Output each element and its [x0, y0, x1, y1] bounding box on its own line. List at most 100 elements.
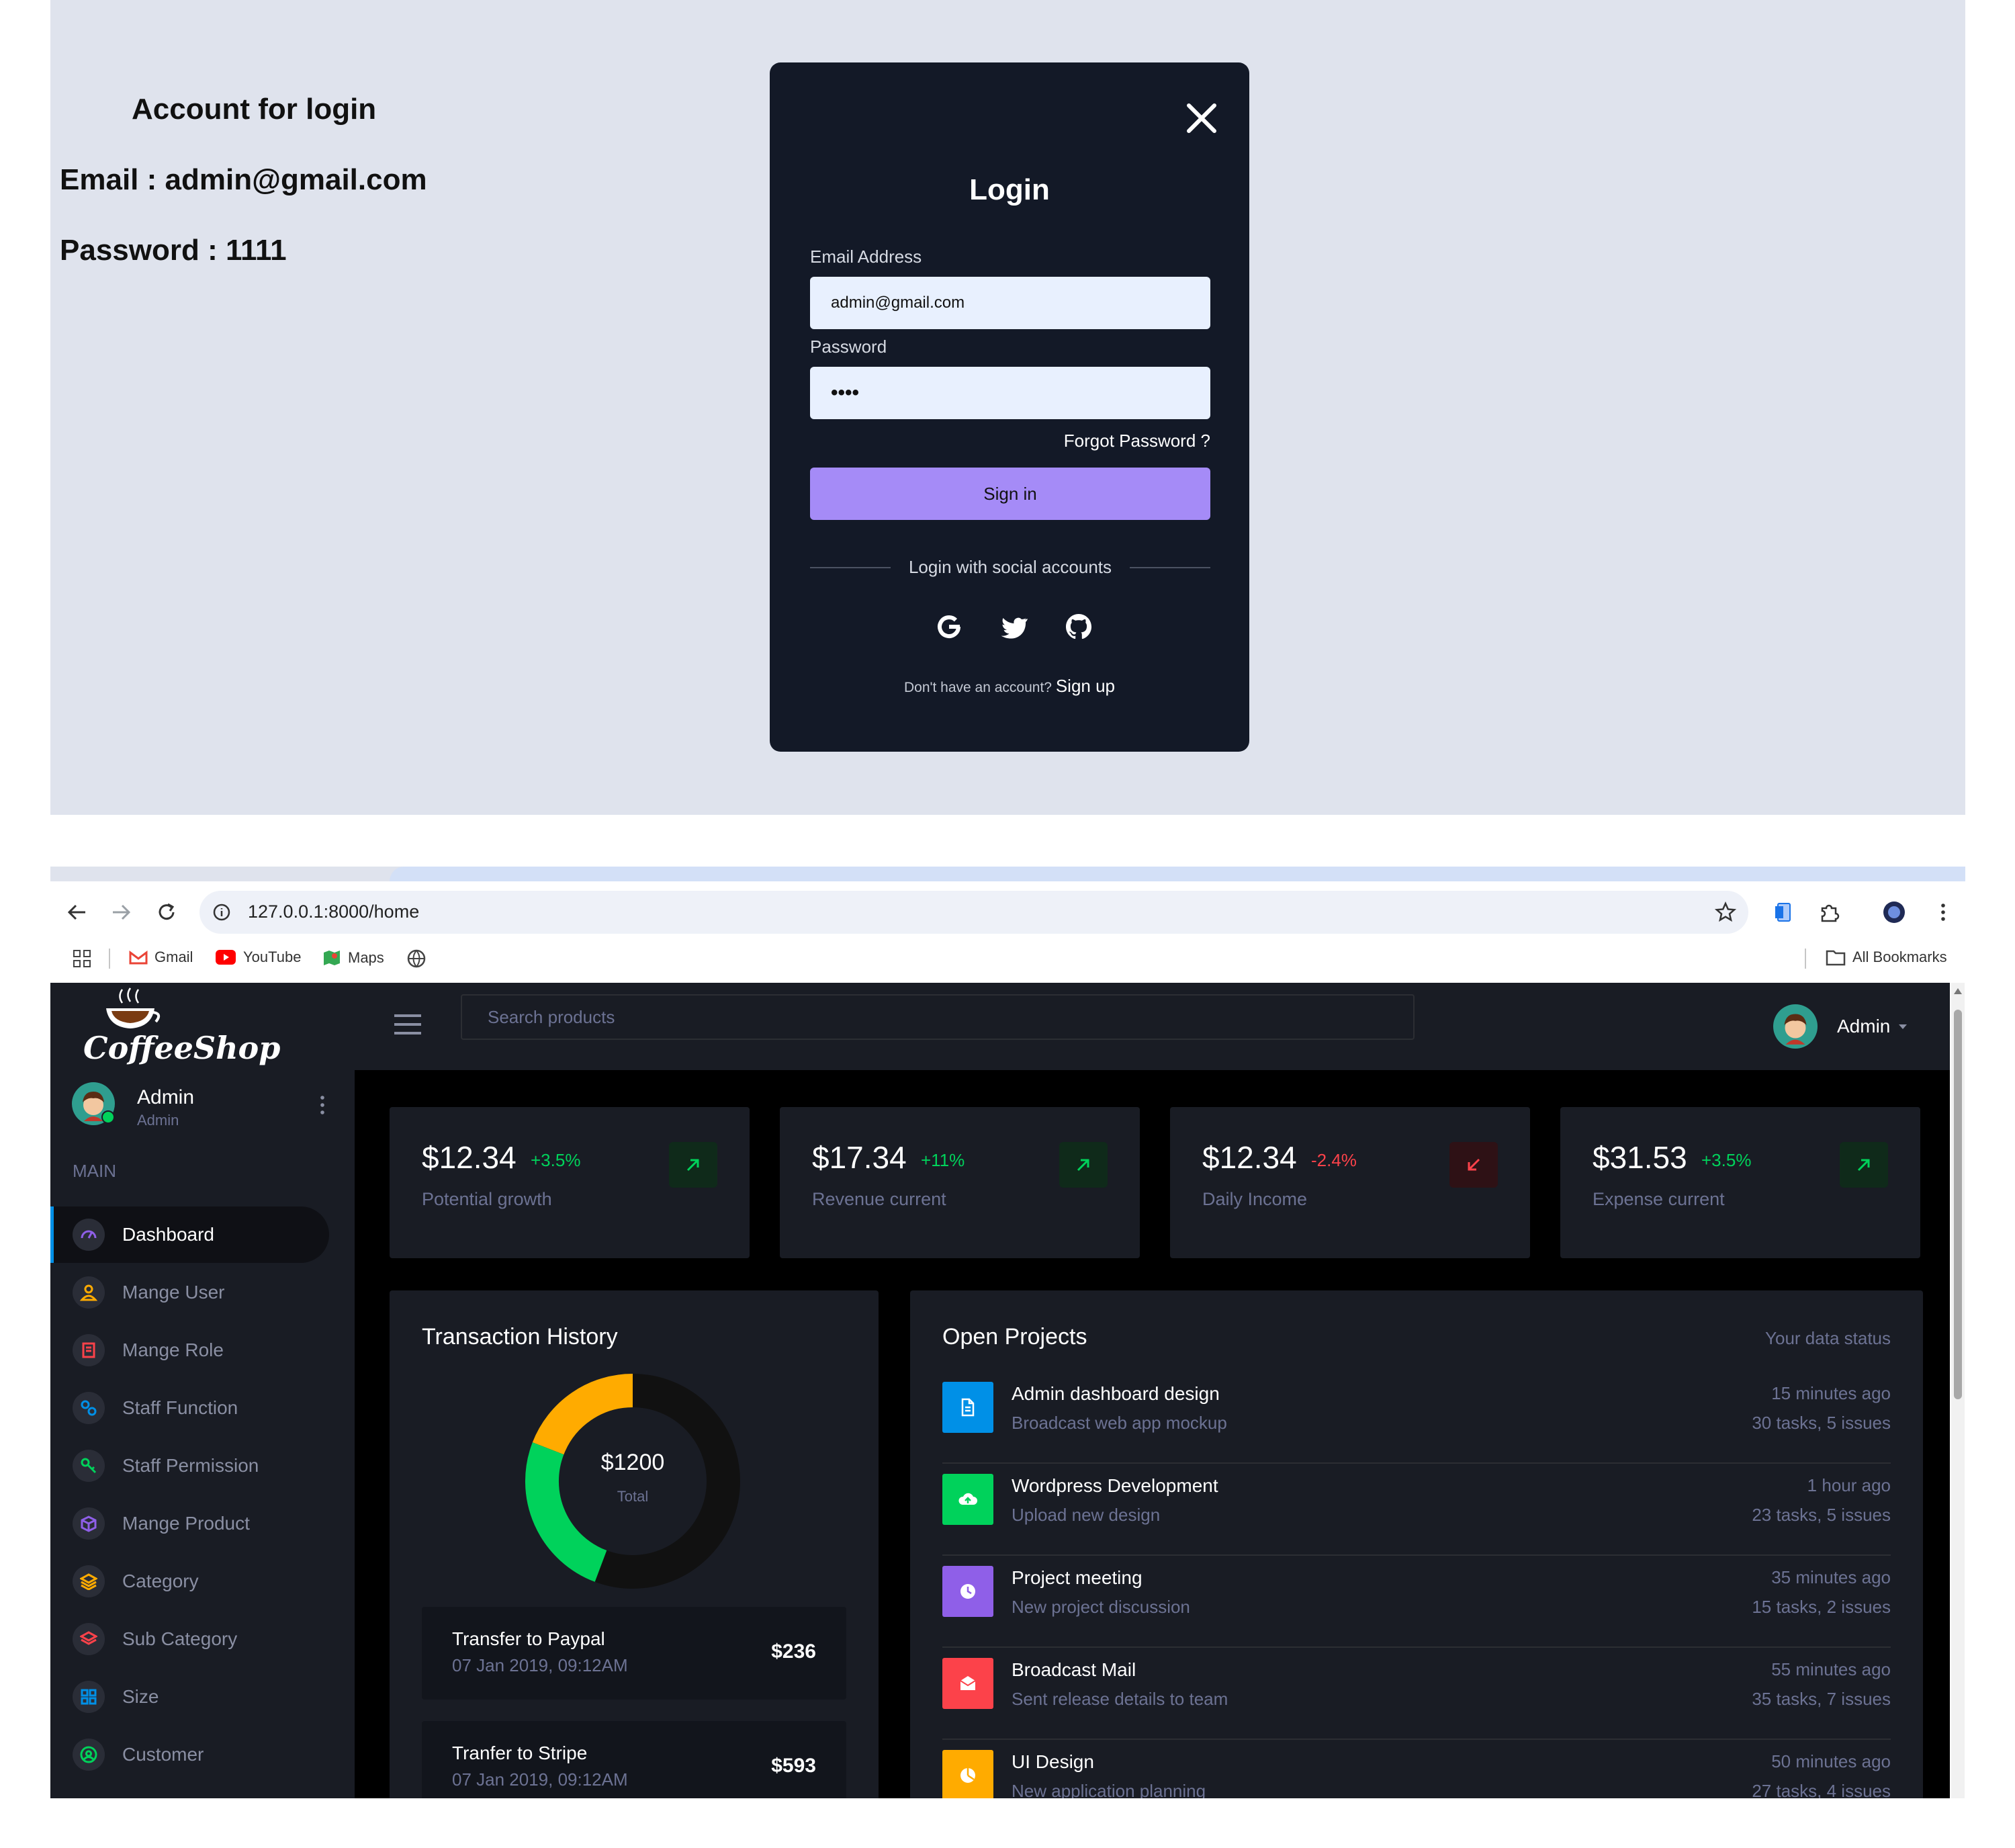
sidebar-item-dashboard[interactable]: Dashboard — [50, 1206, 329, 1263]
sidebar-item-label: Mange Role — [122, 1339, 224, 1360]
project-row[interactable]: Admin dashboard design Broadcast web app … — [942, 1372, 1891, 1464]
sign-in-button[interactable]: Sign in — [810, 468, 1210, 520]
bookmark-divider — [109, 949, 110, 969]
topbar-avatar[interactable] — [1773, 1004, 1818, 1049]
project-time: 50 minutes ago — [1771, 1751, 1891, 1771]
project-title: Broadcast Mail — [1012, 1659, 1136, 1680]
open-projects-title: Open Projects — [942, 1324, 1087, 1350]
arrow-down-left-icon — [1449, 1142, 1498, 1188]
sidebar-item-sub-category[interactable]: Sub Category — [50, 1611, 329, 1667]
chevron-down-icon[interactable] — [1897, 1023, 1908, 1031]
google-icon[interactable] — [934, 612, 964, 642]
user-menu-dots-icon[interactable] — [316, 1093, 329, 1117]
arrow-up-right-icon — [1840, 1142, 1888, 1188]
globe-icon[interactable] — [406, 949, 427, 969]
info-icon[interactable] — [212, 902, 232, 922]
twitter-icon[interactable] — [999, 612, 1029, 642]
sidebar-item-label: Dashboard — [122, 1224, 214, 1245]
project-row[interactable]: Project meeting New project discussion 35 … — [942, 1556, 1891, 1648]
sidebar-item-category[interactable]: Category — [50, 1553, 329, 1610]
bookmark-divider-right — [1805, 949, 1806, 969]
stat-caption: Revenue current — [812, 1189, 946, 1209]
password-field[interactable]: •••• — [810, 367, 1210, 419]
stat-value: $17.34 — [812, 1140, 907, 1175]
sign-up-link[interactable]: Sign up — [1056, 676, 1115, 696]
sidebar-item-customer[interactable]: Customer — [50, 1726, 329, 1783]
sidebar-item-mange-user[interactable]: Mange User — [50, 1264, 329, 1321]
stat-value: $31.53 — [1593, 1140, 1687, 1175]
address-bar[interactable]: 127.0.0.1:8000/home — [199, 891, 1748, 934]
project-meta: 30 tasks, 5 issues — [1752, 1413, 1891, 1433]
topbar: Search products Admin — [355, 983, 1950, 1070]
back-icon[interactable] — [65, 900, 89, 924]
all-bookmarks[interactable]: All Bookmarks — [1826, 949, 1947, 966]
bookmark-gmail[interactable]: Gmail — [129, 949, 193, 966]
active-tab[interactable] — [390, 867, 1965, 881]
sidebar-item-size[interactable]: Size — [50, 1669, 329, 1725]
transaction-history-card: Transaction History $1200 Total Transfer… — [390, 1290, 879, 1798]
folder-icon — [1826, 950, 1846, 966]
scrollbar-thumb[interactable] — [1954, 1010, 1962, 1399]
login-title: Login — [969, 173, 1050, 206]
speedometer-icon — [81, 1230, 97, 1239]
transaction-history-title: Transaction History — [422, 1324, 618, 1350]
project-meta: 15 tasks, 2 issues — [1752, 1597, 1891, 1617]
donut-segment-yellow — [532, 1374, 633, 1455]
brand-name: CoffeeShop — [83, 1030, 281, 1066]
email-label: Email Address — [810, 247, 922, 267]
open-projects-card: Open Projects Your data status Admin das… — [910, 1290, 1923, 1798]
extensions-icon[interactable] — [1818, 900, 1842, 924]
transaction-row[interactable]: Tranfer to Stripe 07 Jan 2019, 09:12AM $59… — [422, 1721, 846, 1798]
gears-icon — [81, 1400, 97, 1416]
forward-icon[interactable] — [109, 900, 133, 924]
avatar-face-icon — [1784, 1014, 1807, 1045]
stat-card: $12.34 -2.4% Daily Income — [1170, 1107, 1530, 1258]
customer-icon — [80, 1746, 97, 1763]
project-row[interactable]: UI Design New application planning 50 minu… — [942, 1741, 1891, 1798]
stat-percent: +3.5% — [531, 1150, 581, 1170]
bookmark-maps[interactable]: Maps — [322, 949, 384, 967]
apps-grid-icon[interactable] — [72, 949, 92, 969]
data-status-label: Your data status — [1765, 1328, 1891, 1348]
project-title: UI Design — [1012, 1751, 1094, 1772]
stack-icon — [80, 1631, 97, 1645]
project-subtitle: Broadcast web app mockup — [1012, 1413, 1227, 1433]
box-icon-wrapper — [73, 1507, 105, 1540]
transaction-row[interactable]: Transfer to Paypal 07 Jan 2019, 09:12AM $2… — [422, 1607, 846, 1700]
sidebar-item-mange-product[interactable]: Mange Product — [50, 1495, 329, 1552]
page-scrollbar[interactable] — [1951, 983, 1965, 1798]
sidebar: CoffeeShop Admin Admin MAIN Dashboard Man… — [50, 983, 355, 1798]
url-text[interactable]: 127.0.0.1:8000/home — [248, 901, 419, 922]
sidebar-item-staff-permission[interactable]: Staff Permission — [50, 1438, 329, 1494]
project-title: Admin dashboard design — [1012, 1383, 1220, 1404]
sidebar-item-label: Category — [122, 1571, 199, 1591]
sidebar-item-staff-function[interactable]: Staff Function — [50, 1380, 329, 1436]
menu-dots-icon[interactable] — [1931, 900, 1955, 924]
online-status-dot — [101, 1110, 115, 1124]
project-row[interactable]: Wordpress Development Upload new design 1 … — [942, 1464, 1891, 1556]
login-modal: Login Email Address admin@gmail.com Pass… — [770, 62, 1249, 752]
hamburger-menu-icon[interactable] — [392, 1012, 423, 1037]
brand-logo[interactable]: CoffeeShop — [81, 987, 280, 1073]
maps-icon — [324, 951, 340, 965]
extension-doc-icon[interactable] — [1772, 900, 1796, 924]
close-icon[interactable] — [1185, 101, 1218, 135]
profile-avatar-icon[interactable] — [1882, 900, 1906, 924]
mail-icon — [942, 1658, 993, 1709]
stat-card: $12.34 +3.5% Potential growth — [390, 1107, 750, 1258]
topbar-user-name[interactable]: Admin — [1837, 1016, 1890, 1037]
bookmark-youtube[interactable]: YouTube — [215, 949, 301, 966]
reload-icon[interactable] — [154, 900, 179, 924]
search-input[interactable]: Search products — [461, 994, 1415, 1040]
email-field[interactable]: admin@gmail.com — [810, 277, 1210, 329]
github-icon[interactable] — [1064, 612, 1093, 642]
project-time: 35 minutes ago — [1771, 1567, 1891, 1587]
avatar[interactable] — [72, 1082, 115, 1125]
layers-icon — [80, 1573, 97, 1590]
project-row[interactable]: Broadcast Mail Sent release details to te… — [942, 1648, 1891, 1740]
forgot-password-link[interactable]: Forgot Password ? — [1064, 431, 1210, 451]
star-icon[interactable] — [1715, 901, 1736, 923]
scroll-up-icon[interactable] — [1953, 987, 1963, 995]
sidebar-item-mange-role[interactable]: Mange Role — [50, 1322, 329, 1378]
all-bookmarks-label: All Bookmarks — [1852, 949, 1947, 965]
